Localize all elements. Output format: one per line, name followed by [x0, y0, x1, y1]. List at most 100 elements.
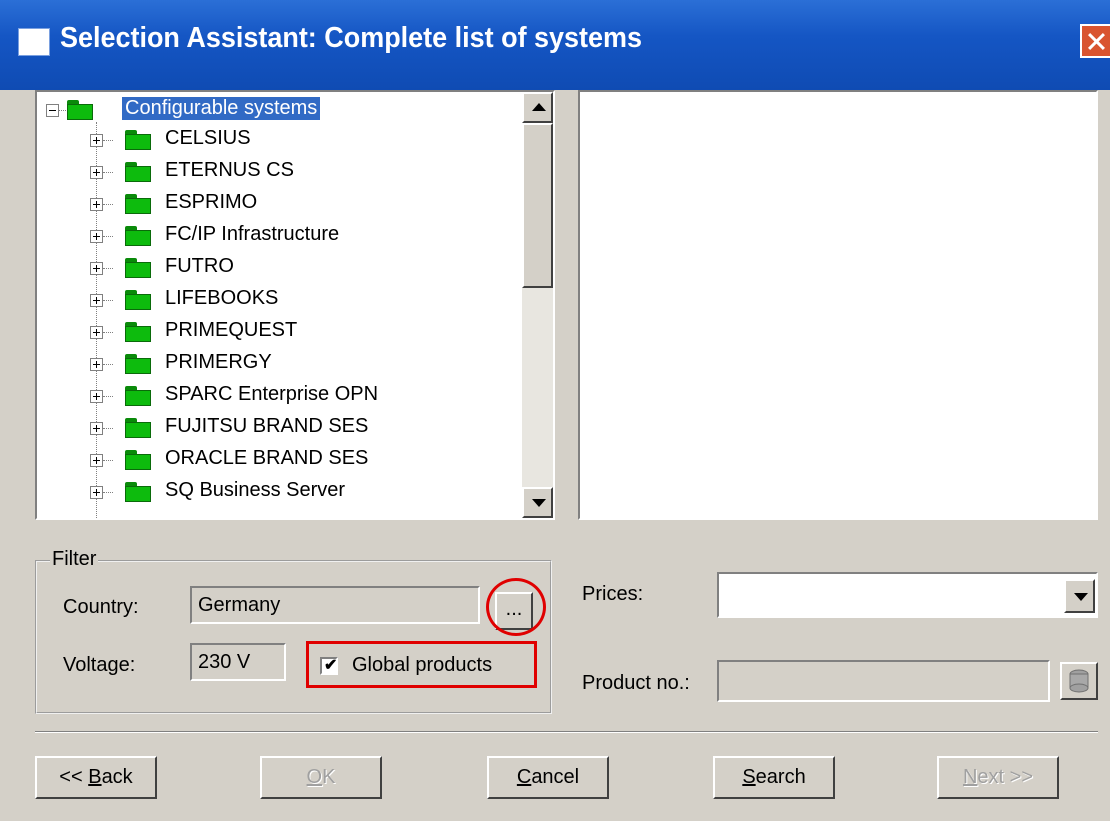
expand-icon[interactable]	[90, 486, 103, 499]
back-button[interactable]: << Back	[35, 756, 157, 799]
search-accesskey: S	[742, 766, 756, 788]
global-products-label[interactable]: Global products	[352, 654, 492, 677]
prices-select[interactable]	[717, 572, 1098, 618]
open-folder-icon	[67, 100, 93, 120]
folder-icon	[125, 354, 151, 374]
systems-tree[interactable]: Configurable systems CELSIUS ETERNUS CS ES…	[35, 90, 555, 520]
tree-item-label[interactable]: FC/IP Infrastructure	[165, 223, 339, 246]
tree-item-label[interactable]: FUJITSU BRAND SES	[165, 415, 368, 438]
cancel-label-rest: ancel	[531, 766, 580, 788]
back-accesskey: B	[88, 766, 102, 788]
tree-connector	[103, 428, 113, 429]
tree-connector	[103, 460, 113, 461]
checkmark-icon: ✔	[324, 657, 338, 674]
arrow-down-icon	[532, 499, 546, 507]
expand-icon[interactable]	[90, 198, 103, 211]
product-no-field[interactable]	[717, 660, 1050, 702]
folder-icon	[125, 322, 151, 342]
arrow-up-icon	[532, 103, 546, 111]
expand-icon[interactable]	[90, 134, 103, 147]
next-accesskey: N	[962, 766, 978, 788]
ok-label-rest: K	[322, 766, 336, 788]
country-field: Germany	[190, 586, 480, 624]
tree-connector	[59, 110, 66, 111]
expand-icon[interactable]	[90, 422, 103, 435]
folder-icon	[125, 290, 151, 310]
tree-item-label[interactable]: CELSIUS	[165, 127, 251, 150]
button-separator	[35, 731, 1098, 733]
chevron-down-icon	[1074, 593, 1088, 601]
voltage-field: 230 V	[190, 643, 286, 681]
filter-legend: Filter	[50, 548, 99, 571]
folder-icon	[125, 482, 151, 502]
search-button[interactable]: Search	[713, 756, 835, 799]
folder-icon	[125, 418, 151, 438]
expand-icon[interactable]	[90, 294, 103, 307]
collapse-icon[interactable]	[46, 104, 59, 117]
expand-icon[interactable]	[90, 454, 103, 467]
tree-item-label[interactable]: PRIMEQUEST	[165, 319, 297, 342]
tree-connector	[103, 396, 113, 397]
window-icon	[18, 28, 50, 56]
expand-icon[interactable]	[90, 390, 103, 403]
tree-connector	[103, 236, 113, 237]
folder-icon	[125, 258, 151, 278]
tree-root-label[interactable]: Configurable systems	[122, 97, 321, 120]
folder-icon	[125, 130, 151, 150]
folder-icon	[125, 162, 151, 182]
tree-item-label[interactable]: PRIMERGY	[165, 351, 272, 374]
cancel-button[interactable]: Cancel	[487, 756, 609, 799]
product-lookup-button[interactable]	[1060, 662, 1098, 700]
next-label-rest: ext >>	[977, 766, 1034, 788]
ok-button[interactable]: OK	[260, 756, 382, 799]
tree-item-label[interactable]: ESPRIMO	[165, 191, 257, 214]
tree-item-label[interactable]: SQ Business Server	[165, 479, 345, 502]
expand-icon[interactable]	[90, 230, 103, 243]
dropdown-button[interactable]	[1064, 579, 1095, 613]
close-button[interactable]	[1080, 24, 1110, 58]
tree-connector	[103, 204, 113, 205]
tree-item-label[interactable]: LIFEBOOKS	[165, 287, 278, 310]
back-label-rest: ack	[101, 766, 133, 788]
cancel-accesskey: C	[516, 766, 532, 788]
voltage-label: Voltage:	[63, 654, 136, 676]
global-products-checkbox[interactable]: ✔	[320, 657, 338, 675]
tree-connector	[103, 300, 113, 301]
folder-icon	[125, 386, 151, 406]
title-bar: Selection Assistant: Complete list of sy…	[0, 0, 1110, 90]
tree-item-label[interactable]: ETERNUS CS	[165, 159, 294, 182]
expand-icon[interactable]	[90, 166, 103, 179]
highlight-circle	[486, 578, 546, 636]
tree-scrollbar[interactable]	[522, 92, 553, 518]
tree-content: Configurable systems CELSIUS ETERNUS CS ES…	[37, 92, 517, 518]
tree-item-label[interactable]: ORACLE BRAND SES	[165, 447, 368, 470]
tree-item-label[interactable]: FUTRO	[165, 255, 234, 278]
tree-connector	[103, 172, 113, 173]
search-label-rest: earch	[755, 766, 806, 788]
expand-icon[interactable]	[90, 358, 103, 371]
expand-icon[interactable]	[90, 262, 103, 275]
tree-connector	[103, 268, 113, 269]
scroll-up-button[interactable]	[522, 92, 553, 123]
next-button[interactable]: Next >>	[937, 756, 1059, 799]
tree-connector	[103, 364, 113, 365]
tree-connector	[103, 140, 113, 141]
details-panel	[578, 90, 1098, 520]
expand-icon[interactable]	[90, 326, 103, 339]
back-prefix: <<	[59, 766, 89, 788]
folder-icon	[125, 226, 151, 246]
ok-accesskey: O	[306, 766, 323, 788]
database-icon	[1069, 669, 1089, 693]
country-label: Country:	[63, 596, 139, 618]
prices-label: Prices:	[582, 583, 644, 605]
window-title: Selection Assistant: Complete list of sy…	[60, 22, 643, 54]
tree-connector	[103, 492, 113, 493]
scroll-thumb[interactable]	[522, 123, 553, 288]
tree-connector	[103, 332, 113, 333]
filter-group	[35, 560, 552, 714]
product-no-label: Product no.:	[582, 672, 690, 694]
folder-icon	[125, 450, 151, 470]
tree-item-label[interactable]: SPARC Enterprise OPN	[165, 383, 378, 406]
folder-icon	[125, 194, 151, 214]
scroll-down-button[interactable]	[522, 487, 553, 518]
